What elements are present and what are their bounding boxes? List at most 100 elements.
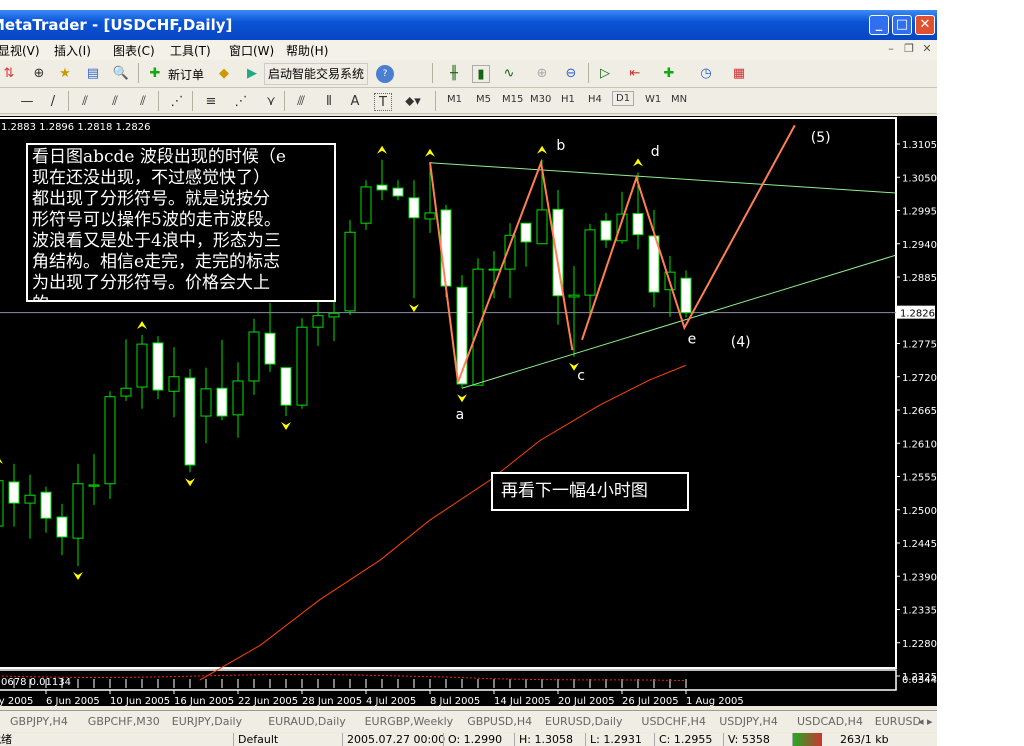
candle-body xyxy=(104,396,116,485)
price-chart[interactable]: 1.3105 1.3050 1.2995 1.2940 1.2885 1.2826 1.27… xyxy=(0,116,937,707)
fibo-retracement-icon[interactable]: ≡ xyxy=(202,93,220,111)
gann-fan-icon[interactable]: ⋰ xyxy=(168,93,186,111)
timeframe-d1[interactable]: D1 xyxy=(612,91,635,106)
close-button[interactable]: ✕ xyxy=(915,15,935,35)
candle-body xyxy=(136,343,148,388)
periods-icon[interactable]: ◷ xyxy=(697,65,715,83)
bar-chart-icon[interactable]: ╫ xyxy=(445,65,463,83)
cycle-lines-icon[interactable]: ⫻ xyxy=(292,93,310,111)
alert-icon[interactable]: ◆ xyxy=(215,65,233,83)
fractal-up-arrow xyxy=(0,459,3,464)
timeframe-m30[interactable]: M30 xyxy=(530,94,551,105)
zoom-out-icon[interactable]: ⊖ xyxy=(562,65,580,83)
timeframe-m15[interactable]: M15 xyxy=(502,94,523,105)
candle-body xyxy=(312,315,324,328)
status-close: C: 1.2955 xyxy=(654,733,712,746)
maximize-button[interactable]: □ xyxy=(892,15,912,35)
help-icon[interactable]: ? xyxy=(376,65,394,83)
y-tick-label: 1.2995 xyxy=(902,207,937,218)
terminal-icon[interactable]: ▤ xyxy=(84,65,102,83)
text-tool-icon[interactable]: A xyxy=(346,93,364,111)
candle-body xyxy=(424,212,436,220)
auto-scroll-icon[interactable]: ▷ xyxy=(596,65,614,83)
templates-icon[interactable]: ▦ xyxy=(730,65,748,83)
expert-advisors-button[interactable]: 启动智能交易系统 xyxy=(264,63,369,85)
fractal-down-arrow xyxy=(281,422,291,431)
timeframe-w1[interactable]: W1 xyxy=(645,94,661,105)
line-chart-icon[interactable]: ∿ xyxy=(500,65,518,83)
timeframe-m5[interactable]: M5 xyxy=(476,94,491,105)
chart-tab[interactable]: EURUSD xyxy=(875,715,921,728)
andrews-pitchfork-icon[interactable]: ⫽ xyxy=(76,93,94,111)
timeframe-h4[interactable]: H4 xyxy=(588,94,602,105)
horizontal-line-icon[interactable]: — xyxy=(18,93,36,111)
equidistant-channel-icon[interactable]: ⫽ xyxy=(106,93,124,111)
chart-shift-icon[interactable]: ⇤ xyxy=(626,65,644,83)
menu-insert[interactable]: 插入(I) xyxy=(54,42,91,59)
minimize-button[interactable]: _ xyxy=(869,15,889,35)
favorites-icon[interactable]: ★ xyxy=(56,65,74,83)
mdi-minimize-icon[interactable]: – xyxy=(883,42,899,58)
timeframe-mn[interactable]: MN xyxy=(671,94,687,105)
chart-tab[interactable]: GBPUSD,H4 xyxy=(467,715,532,728)
trendline-icon[interactable]: / xyxy=(44,93,62,111)
strategy-tester-icon[interactable]: 🔍 xyxy=(112,65,130,83)
x-tick-label: 16 Jun 2005 xyxy=(174,696,234,706)
status-ready: 就绪 xyxy=(0,733,12,746)
indicator-frame xyxy=(0,669,897,691)
candle-body xyxy=(40,491,52,519)
tab-scroll-arrows[interactable]: ◂ ▸ xyxy=(918,715,933,728)
candle-body xyxy=(8,481,20,504)
timeframe-m1[interactable]: M1 xyxy=(447,94,462,105)
x-tick-label: 22 Jun 2005 xyxy=(238,696,298,706)
chart-tab[interactable]: EURGBP,Weekly xyxy=(365,715,454,728)
text-label-icon[interactable]: T xyxy=(374,93,392,111)
y-tick-label: 1.2335 xyxy=(902,606,937,617)
fractal-up-arrow xyxy=(425,148,435,157)
menu-charts[interactable]: 图表(C) xyxy=(113,42,155,59)
indicators-icon[interactable]: ✚ xyxy=(660,65,678,83)
fractal-down-arrow xyxy=(73,571,83,580)
menu-help[interactable]: 帮助(H) xyxy=(286,42,328,59)
title-bar: MetaTrader - [USDCHF,Daily] _ □ ✕ xyxy=(0,10,937,40)
navigator-icon[interactable]: ⊕ xyxy=(30,65,48,83)
y-tick-label: 1.2555 xyxy=(902,473,937,484)
moving-average-line xyxy=(199,364,687,681)
zoom-in-icon[interactable]: ⊕ xyxy=(533,65,551,83)
candle-body xyxy=(680,277,692,314)
chart-tab[interactable]: EURJPY,Daily xyxy=(172,715,242,728)
candle-body xyxy=(520,222,532,243)
wave-label: (5) xyxy=(811,130,831,146)
status-profile: Default xyxy=(233,733,278,746)
new-order-button[interactable]: 新订单 xyxy=(168,66,204,83)
fibo-arcs-icon[interactable]: ⋎ xyxy=(262,93,280,111)
chart-tab[interactable]: EURAUD,Daily xyxy=(268,715,346,728)
regression-channel-icon[interactable]: ⫽ xyxy=(134,93,152,111)
x-tick-label: 10 Jun 2005 xyxy=(110,696,170,706)
candlestick-chart-icon[interactable]: ▮ xyxy=(472,65,490,83)
chart-tab[interactable]: USDCHF,H4 xyxy=(641,715,706,728)
timeframe-h1[interactable]: H1 xyxy=(561,94,575,105)
menu-tools[interactable]: 工具(T) xyxy=(170,42,211,59)
new-order-icon[interactable]: ✚ xyxy=(146,65,164,83)
fibo-fan-icon[interactable]: ⋰ xyxy=(232,93,250,111)
chart-tab[interactable]: USDJPY,H4 xyxy=(719,715,778,728)
chart-tab[interactable]: GBPCHF,M30 xyxy=(88,715,160,728)
x-tick-label: 20 Jul 2005 xyxy=(558,696,615,706)
chart-tab[interactable]: EURUSD,Daily xyxy=(545,715,622,728)
menu-window[interactable]: 窗口(W) xyxy=(229,42,274,59)
candle-body xyxy=(168,376,180,392)
chart-tab[interactable]: GBPJPY,H4 xyxy=(10,715,68,728)
menu-view[interactable]: 显视(V) xyxy=(0,42,40,59)
mdi-restore-icon[interactable]: ❐ xyxy=(901,42,917,58)
arrows-icon[interactable]: ⬥▾ xyxy=(404,93,422,111)
x-tick-label: 26 Jul 2005 xyxy=(622,696,679,706)
x-tick-label: 1 Aug 2005 xyxy=(686,696,744,706)
ohlc-header: 1.2883 1.2896 1.2818 1.2826 xyxy=(1,122,151,133)
mdi-close-icon[interactable]: ✕ xyxy=(919,42,935,58)
vertical-lines-icon[interactable]: ⦀ xyxy=(320,93,338,111)
market-watch-icon[interactable]: ⇅ xyxy=(0,65,18,83)
chart-tab[interactable]: USDCAD,H4 xyxy=(797,715,863,728)
fractal-down-arrow xyxy=(185,478,195,487)
expert-advisors-icon[interactable]: ▶ xyxy=(243,65,261,83)
